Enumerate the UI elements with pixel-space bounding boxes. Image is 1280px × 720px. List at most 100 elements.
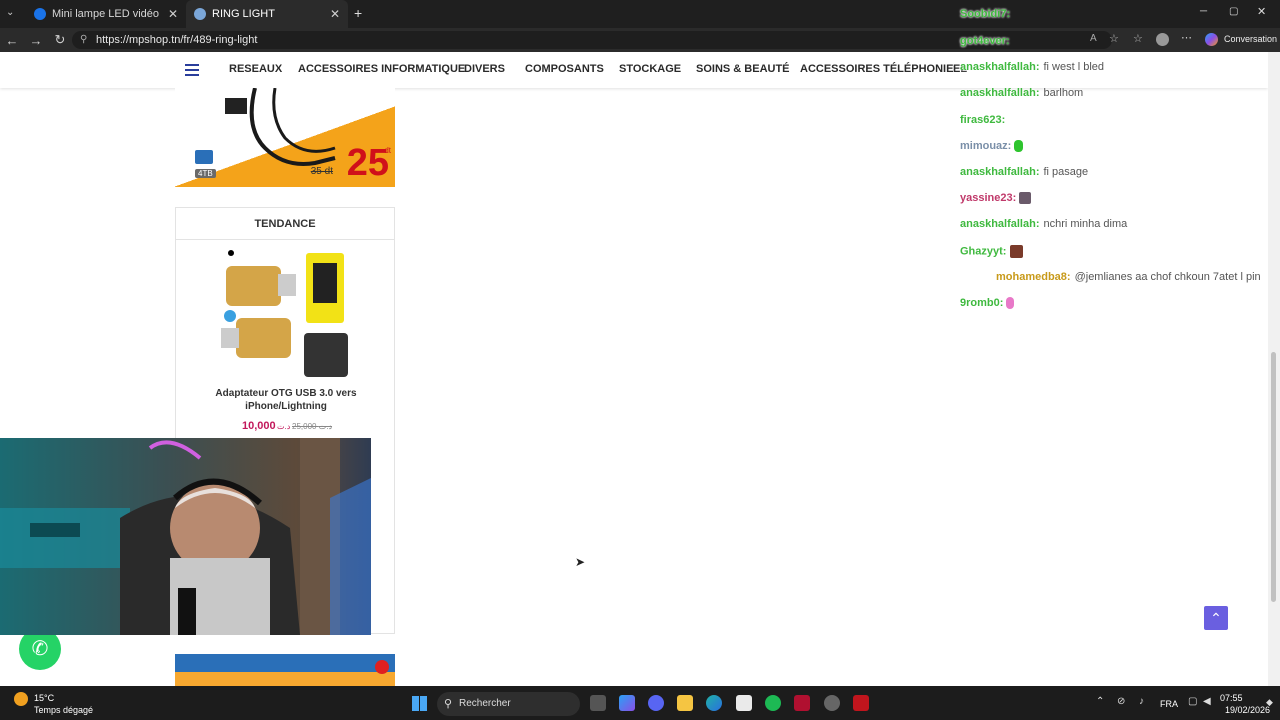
promo-banner-bottom[interactable]	[175, 654, 395, 686]
chat-username: anaskhalfallah:	[960, 166, 1040, 178]
discord-icon[interactable]	[648, 695, 664, 711]
site-info-icon[interactable]: ⚲	[80, 31, 87, 49]
store-icon[interactable]	[736, 695, 752, 711]
language-indicator[interactable]: FRA	[1160, 699, 1178, 709]
banner-currency: dt	[384, 146, 391, 155]
chat-message: mimouaz:	[960, 140, 1024, 153]
kick-app-icon[interactable]	[853, 695, 869, 711]
scrollbar-thumb[interactable]	[1271, 352, 1276, 602]
tab-mini-lampe[interactable]: Mini lampe LED vidéo polyvalente ✕	[26, 0, 186, 28]
menu-item-stockage[interactable]: STOCKAGE	[619, 63, 681, 75]
chat-username: got4ever:	[960, 35, 1010, 47]
emote-icon	[1009, 245, 1023, 258]
tab-title: Mini lampe LED vidéo polyvalente	[52, 8, 162, 20]
chat-username: mimouaz:	[960, 140, 1012, 152]
page-scrollbar[interactable]	[1268, 52, 1280, 686]
weather-icon[interactable]	[14, 692, 28, 706]
tray-expand-icon[interactable]: ⌃	[1096, 696, 1104, 707]
usb-badge-icon	[195, 150, 213, 164]
more-menu-icon[interactable]: ⋯	[1181, 31, 1192, 44]
tab-favicon-icon	[34, 8, 46, 20]
microphone-icon[interactable]: ♪	[1139, 696, 1144, 707]
webcam-overlay	[0, 438, 371, 635]
chat-text: barlhom	[1043, 87, 1084, 99]
arrow-up-icon[interactable]: ⌃	[1204, 606, 1228, 630]
product-name[interactable]: Adaptateur OTG USB 3.0 vers iPhone/Light…	[186, 387, 386, 413]
favorites-bar-icon[interactable]: ☆	[1133, 32, 1143, 45]
clock-date[interactable]: 19/02/2026	[1225, 705, 1270, 715]
weather-temperature[interactable]: 15°C	[34, 693, 54, 703]
chat-username: anaskhalfallah:	[960, 61, 1040, 73]
chat-message: anaskhalfallah: barlhom	[960, 87, 1083, 99]
tab-favicon-icon	[194, 8, 206, 20]
menu-item-divers[interactable]: DIVERS	[464, 63, 505, 75]
chat-message: got4ever:	[960, 35, 1010, 47]
tab-title: RING LIGHT	[212, 8, 275, 20]
product-price: 10,000	[242, 420, 276, 432]
chat-username: Ghazyyt:	[960, 245, 1007, 258]
favorite-icon[interactable]: ☆	[1109, 32, 1119, 45]
weather-description[interactable]: Temps dégagé	[34, 705, 93, 715]
chat-text: nchri minha dima	[1043, 218, 1128, 230]
chat-message: anaskhalfallah: fi west l bled	[960, 61, 1104, 73]
forward-icon[interactable]: →	[24, 33, 48, 48]
chat-message: anaskhalfallah: nchri minha dima	[960, 218, 1127, 230]
clock-time[interactable]: 07:55	[1220, 693, 1243, 703]
chat-message: firas623:	[960, 114, 1005, 126]
new-tab-button[interactable]: +	[354, 5, 362, 21]
windows-icon[interactable]	[412, 696, 427, 711]
minimize-icon[interactable]: ─	[1200, 6, 1207, 17]
conversation-label[interactable]: Conversation	[1224, 34, 1277, 44]
maximize-icon[interactable]: ▢	[1229, 6, 1238, 17]
chat-message: Soobidi7:	[960, 8, 1010, 20]
banner-top-band	[175, 654, 395, 672]
menu-item-accessoires-informatique[interactable]: ACCESSOIRES INFORMATIQUE	[298, 63, 465, 75]
close-tab-icon[interactable]: ✕	[330, 7, 340, 21]
storage-promo-banner[interactable]: 4TB 35 dt 25 dt	[175, 88, 395, 187]
url-field[interactable]: ⚲ https://mpshop.tn/fr/489-ring-light	[72, 31, 1112, 49]
task-view-icon[interactable]	[590, 695, 606, 711]
network-off-icon[interactable]: ⊘	[1117, 696, 1125, 707]
close-window-icon[interactable]: ✕	[1257, 5, 1266, 18]
copilot-icon[interactable]	[1205, 33, 1218, 46]
copilot-app-icon[interactable]	[619, 695, 635, 711]
profile-avatar[interactable]	[1156, 33, 1169, 46]
menu-item-accessoires-telephonie[interactable]: ACCESSOIRES TÉLÉPHONIE	[800, 63, 953, 75]
reload-icon[interactable]: ↻	[48, 32, 72, 48]
product-old-price: 25,000 د.ت	[292, 422, 333, 431]
menu-item-reseaux[interactable]: RESEAUX	[229, 63, 282, 75]
taskbar-search[interactable]: ⚲ Rechercher	[437, 692, 580, 716]
hamburger-menu-icon[interactable]	[185, 64, 199, 76]
edge-icon[interactable]	[706, 695, 722, 711]
spotify-icon[interactable]	[765, 695, 781, 711]
wifi-icon[interactable]: ▢	[1188, 696, 1197, 707]
file-explorer-icon[interactable]	[677, 695, 693, 711]
tab-ring-light[interactable]: RING LIGHT ✕	[186, 0, 348, 28]
chat-username: anaskhalfallah:	[960, 87, 1040, 99]
close-tab-icon[interactable]: ✕	[168, 7, 178, 21]
app-red-icon[interactable]	[794, 695, 810, 711]
volume-icon[interactable]: ◀	[1203, 696, 1211, 707]
streamer-video	[0, 438, 371, 635]
search-placeholder: Rechercher	[459, 698, 511, 709]
heart-icon	[375, 660, 389, 674]
taskbar	[0, 686, 1280, 720]
chat-username: 9romb0:	[960, 297, 1004, 309]
menu-item-composants[interactable]: COMPOSANTS	[525, 63, 604, 75]
back-icon[interactable]: ←	[0, 33, 24, 48]
menu-item-soins-beaute[interactable]: SOINS & BEAUTÉ	[696, 63, 790, 75]
settings-app-icon[interactable]	[824, 695, 840, 711]
capacity-badge: 4TB	[195, 169, 216, 178]
emote-icon	[1019, 192, 1032, 205]
chat-text: fi pasage	[1043, 166, 1089, 178]
product-image[interactable]	[216, 248, 356, 380]
trending-heading: TENDANCE	[176, 208, 394, 240]
tab-list-dropdown-icon[interactable]: ⌄	[6, 7, 14, 18]
emote-icon	[1006, 297, 1015, 310]
read-aloud-icon[interactable]: A	[1090, 33, 1097, 44]
tab-bar: ⌄ Mini lampe LED vidéo polyvalente ✕ RIN…	[0, 0, 1280, 28]
chat-message: yassine23:	[960, 192, 1032, 205]
chat-text: @jemlianes aa chof chkoun 7atet l pin	[1074, 271, 1261, 283]
notification-bell-icon[interactable]: ◆	[1266, 697, 1273, 708]
chat-username: mohamedba8:	[996, 271, 1071, 283]
